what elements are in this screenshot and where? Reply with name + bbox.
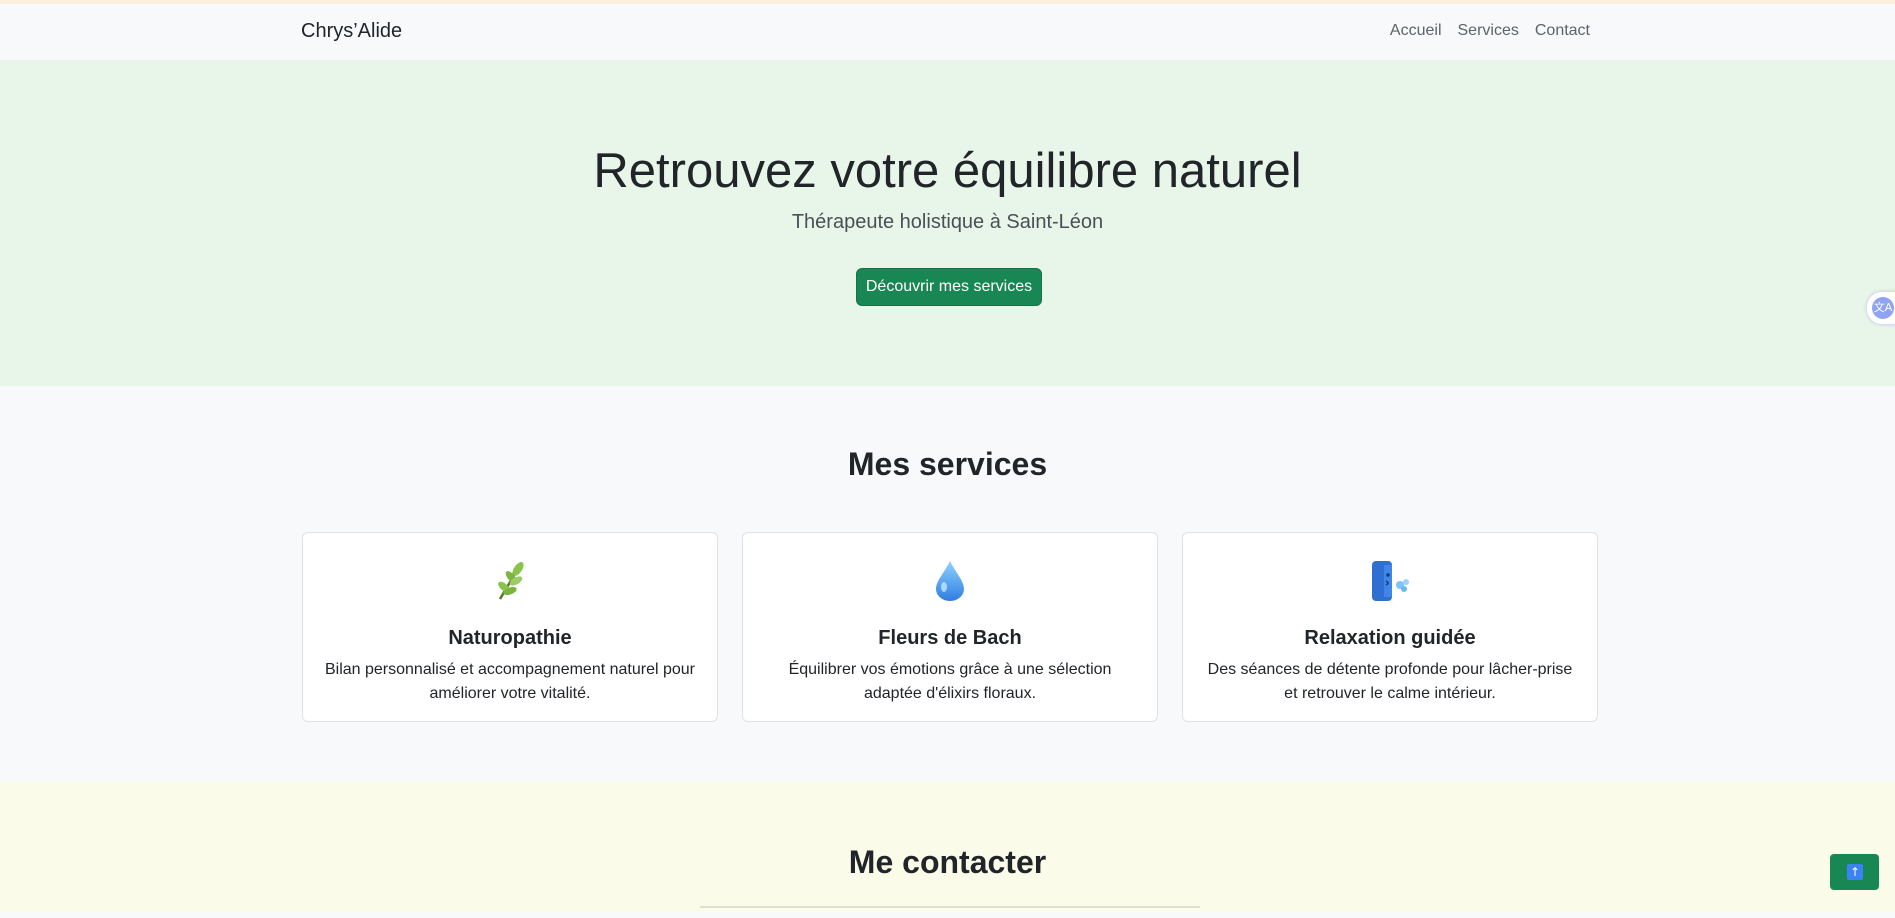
card-text: Équilibrer vos émotions grâce à une séle… [788,661,1112,702]
service-card-naturopathie: Naturopathie Bilan personnalisé et accom… [302,532,718,722]
arrow-up-icon: ↑ [1847,864,1863,880]
contact-text-cutoff [700,906,1200,918]
nav-links: Accueil Services Contact [1390,22,1590,40]
card-text: Des séances de détente profonde pour lâc… [1207,661,1573,702]
hero-subtitle: Thérapeute holistique à Saint-Léon [791,211,1104,233]
services-section: Mes services Naturopathie Bilan personna… [0,386,1895,782]
services-title: Mes services [847,446,1048,482]
brand-logo[interactable]: Chrys’Alide [301,20,402,43]
scroll-to-top-button[interactable]: ↑ [1830,854,1879,890]
card-title: Fleurs de Bach [878,627,1022,649]
hero-section: Retrouvez votre équilibre naturel Thérap… [0,61,1895,386]
service-card-relaxation: Relaxation guidée Des séances de détente… [1182,532,1598,722]
contact-title: Me contacter [848,844,1047,880]
droplet-icon [743,559,1157,603]
card-title: Relaxation guidée [1304,627,1476,649]
nav-link-contact[interactable]: Contact [1535,22,1590,40]
card-text: Bilan personnalisé et accompagnement nat… [324,661,695,702]
contact-section: Me contacter [0,782,1895,912]
discover-services-button[interactable]: Découvrir mes services [856,268,1042,306]
nav-link-services[interactable]: Services [1458,22,1519,40]
face-exhaling-icon [1183,559,1597,603]
herb-icon [303,559,717,603]
hero-title: Retrouvez votre équilibre naturel [593,144,1302,198]
translate-widget[interactable]: 文A [1866,291,1895,325]
service-card-fleurs-de-bach: Fleurs de Bach Équilibrer vos émotions g… [742,532,1158,722]
navbar: Chrys’Alide Accueil Services Contact [0,4,1895,61]
card-title: Naturopathie [448,627,572,649]
translate-icon: 文A [1872,297,1894,319]
nav-link-accueil[interactable]: Accueil [1390,22,1442,40]
